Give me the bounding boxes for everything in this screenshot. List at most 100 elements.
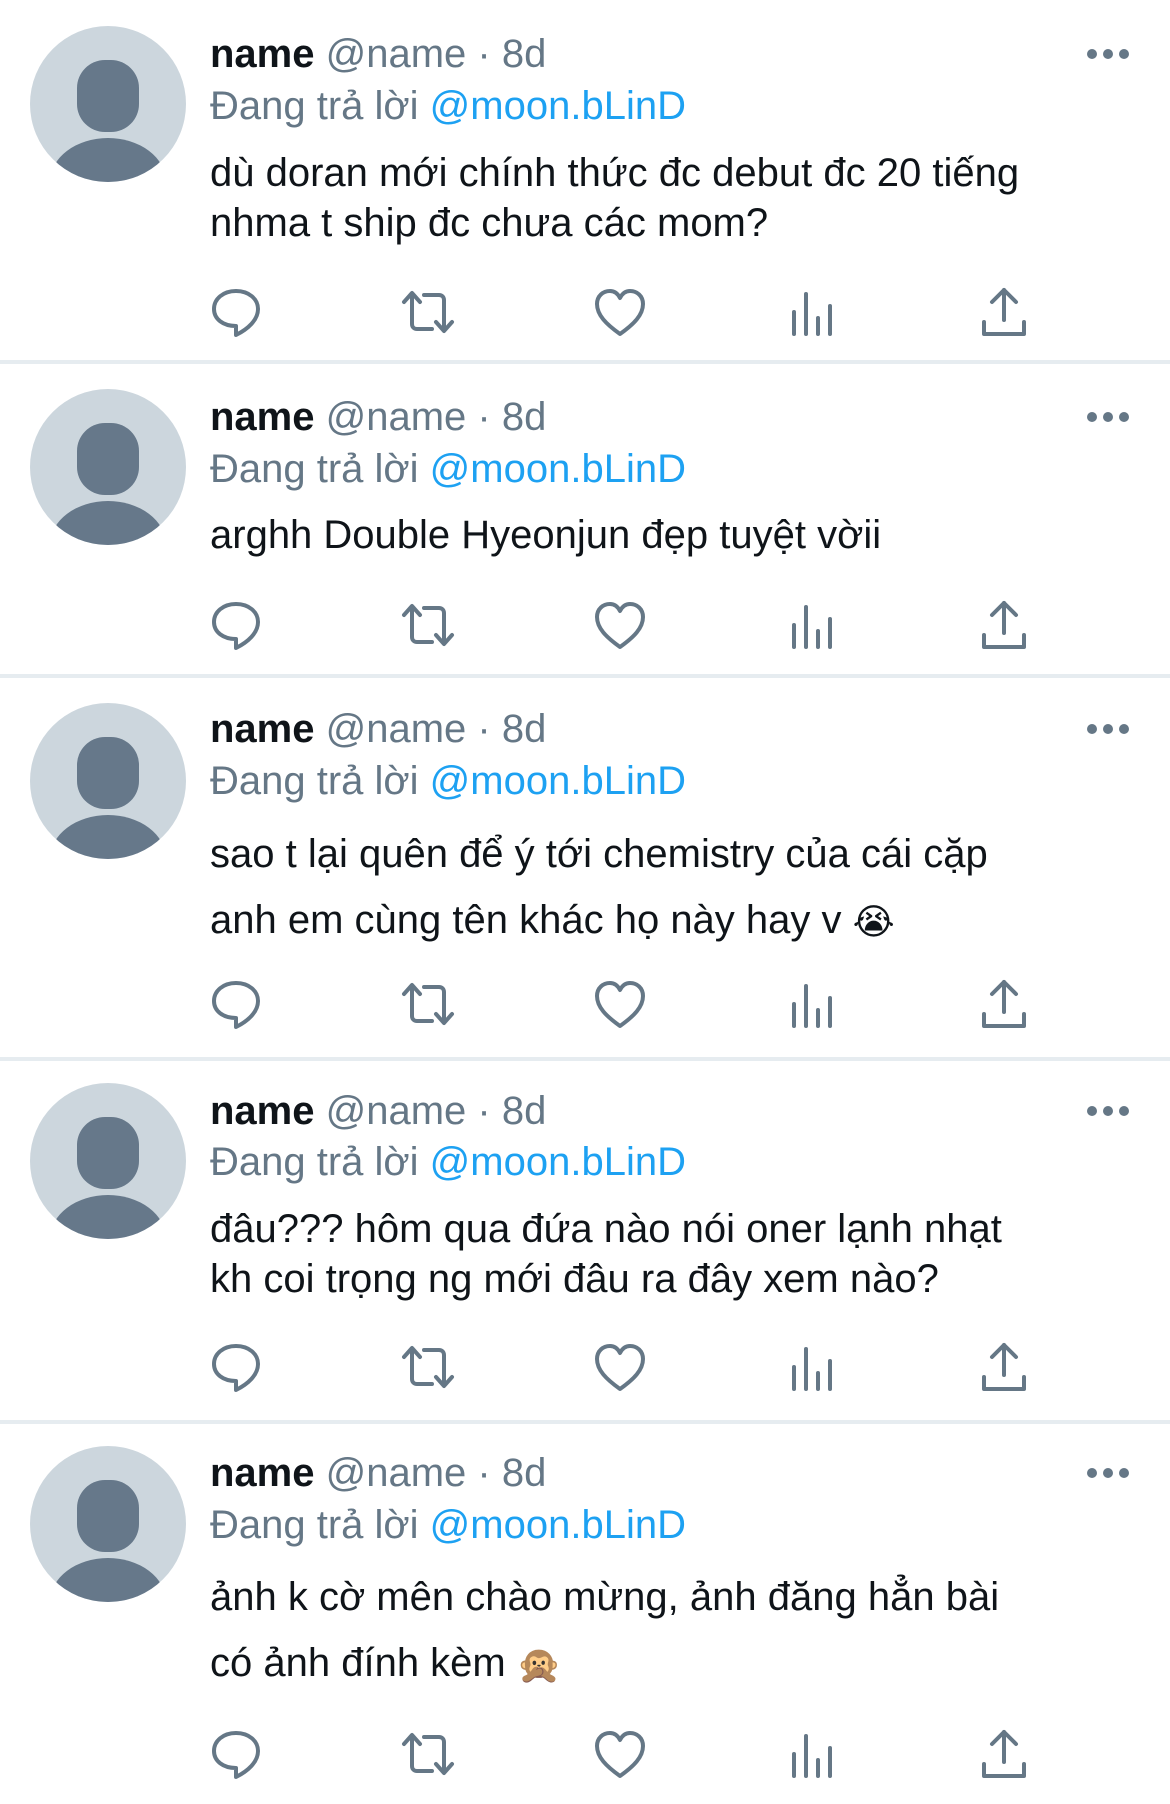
more-horizontal-icon [1087, 412, 1129, 422]
tweet-text-line: kh coi trọng ng mới đâu ra đây xem nào? [210, 1257, 939, 1301]
more-options-button[interactable] [1086, 1101, 1130, 1121]
heart-icon [595, 1344, 645, 1391]
mention-link[interactable]: @moon.bLinD [430, 759, 686, 803]
tweet-text-line: đâu??? hôm qua đứa nào nói oner lạnh nhạ… [210, 1207, 1002, 1251]
reply-button[interactable] [208, 284, 264, 340]
reply-button[interactable] [208, 597, 264, 653]
share-button[interactable] [976, 284, 1032, 340]
author-handle[interactable]: @name [326, 1451, 467, 1495]
default-avatar-icon [50, 1480, 166, 1602]
tweet[interactable]: name @name · 8d Đang trả lời @moon.bLinD… [0, 1424, 1170, 1804]
author-handle[interactable]: @name [326, 395, 467, 439]
more-options-button[interactable] [1086, 719, 1130, 739]
tweet-time[interactable]: 8d [502, 707, 547, 751]
author-name[interactable]: name [210, 1089, 315, 1133]
crying-face-emoji: 😭 [852, 901, 895, 943]
reply-feed: name @name · 8d Đang trả lời @moon.bLinD… [0, 0, 1170, 1804]
reply-button[interactable] [208, 1339, 264, 1395]
tweet-text-line: nhma t ship đc chưa các mom? [210, 201, 769, 245]
more-options-button[interactable] [1086, 44, 1130, 64]
share-button[interactable] [976, 597, 1032, 653]
views-button[interactable] [784, 284, 840, 340]
views-button[interactable] [784, 976, 840, 1032]
retweet-icon [402, 604, 454, 646]
author-handle[interactable]: @name [326, 32, 467, 76]
retweet-button[interactable] [400, 1726, 456, 1782]
tweet-time[interactable]: 8d [502, 32, 547, 76]
author-handle[interactable]: @name [326, 707, 467, 751]
tweet[interactable]: name @name · 8d Đang trả lời @moon.bLinD… [0, 678, 1170, 1057]
share-button[interactable] [976, 1339, 1032, 1395]
tweet-time[interactable]: 8d [502, 395, 547, 439]
views-icon [792, 605, 832, 649]
tweet-text-segment: có ảnh đính kèm [210, 1641, 506, 1685]
avatar[interactable] [30, 389, 186, 545]
like-button[interactable] [592, 284, 648, 340]
more-horizontal-icon [1087, 49, 1129, 59]
views-button[interactable] [784, 1726, 840, 1782]
tweet[interactable]: name @name · 8d Đang trả lời @moon.bLinD… [0, 364, 1170, 674]
like-button[interactable] [592, 976, 648, 1032]
more-options-button[interactable] [1086, 407, 1130, 427]
replying-to: Đang trả lời @moon.bLinD [210, 1500, 686, 1550]
author-name[interactable]: name [210, 1451, 315, 1495]
views-icon [792, 1734, 832, 1778]
retweet-button[interactable] [400, 284, 456, 340]
like-button[interactable] [592, 1339, 648, 1395]
tweet[interactable]: name @name · 8d Đang trả lời @moon.bLinD… [0, 1061, 1170, 1420]
reply-icon [212, 1731, 260, 1779]
author-name[interactable]: name [210, 32, 315, 76]
views-button[interactable] [784, 1339, 840, 1395]
reply-button[interactable] [208, 1726, 264, 1782]
retweet-button[interactable] [400, 1339, 456, 1395]
separator-dot: · [477, 32, 491, 76]
separator-dot: · [477, 1089, 491, 1133]
views-button[interactable] [784, 597, 840, 653]
tweet[interactable]: name @name · 8d Đang trả lời @moon.bLinD… [0, 0, 1170, 360]
more-options-button[interactable] [1086, 1463, 1130, 1483]
tweet-text-line: dù doran mới chính thức đc debut đc 20 t… [210, 151, 1020, 195]
tweet-actions [0, 1339, 1170, 1399]
share-icon [982, 980, 1026, 1028]
tweet-text: dù doran mới chính thức đc debut đc 20 t… [210, 148, 1130, 248]
share-button[interactable] [976, 976, 1032, 1032]
mention-link[interactable]: @moon.bLinD [430, 447, 686, 491]
mention-link[interactable]: @moon.bLinD [430, 1140, 686, 1184]
like-button[interactable] [592, 597, 648, 653]
retweet-icon [402, 983, 454, 1025]
author-handle[interactable]: @name [326, 1089, 467, 1133]
tweet-text: ảnh k cờ mên chào mừng, ảnh đăng hẳn bài… [210, 1564, 1130, 1698]
avatar[interactable] [30, 703, 186, 859]
share-icon [982, 1343, 1026, 1391]
avatar[interactable] [30, 1446, 186, 1602]
retweet-button[interactable] [400, 976, 456, 1032]
separator-dot: · [477, 395, 491, 439]
author-name[interactable]: name [210, 395, 315, 439]
share-button[interactable] [976, 1726, 1032, 1782]
mention-link[interactable]: @moon.bLinD [430, 1503, 686, 1547]
separator-dot: · [477, 1451, 491, 1495]
replying-to: Đang trả lời @moon.bLinD [210, 444, 686, 494]
tweet-header: name @name · 8d [210, 704, 546, 754]
like-button[interactable] [592, 1726, 648, 1782]
tweet-actions [0, 1726, 1170, 1786]
mention-link[interactable]: @moon.bLinD [430, 84, 686, 128]
share-icon [982, 601, 1026, 649]
replying-to-label: Đang trả lời [210, 84, 419, 128]
tweet-text-line: ảnh k cờ mên chào mừng, ảnh đăng hẳn bài [210, 1575, 1000, 1619]
retweet-button[interactable] [400, 597, 456, 653]
tweet-time[interactable]: 8d [502, 1451, 547, 1495]
replying-to-label: Đang trả lời [210, 759, 419, 803]
tweet-actions [0, 976, 1170, 1036]
replying-to: Đang trả lời @moon.bLinD [210, 756, 686, 806]
replying-to-label: Đang trả lời [210, 1140, 419, 1184]
tweet-time[interactable]: 8d [502, 1089, 547, 1133]
heart-icon [595, 1731, 645, 1778]
share-icon [982, 288, 1026, 336]
avatar[interactable] [30, 1083, 186, 1239]
heart-icon [595, 289, 645, 336]
avatar[interactable] [30, 26, 186, 182]
reply-button[interactable] [208, 976, 264, 1032]
tweet-actions [0, 597, 1170, 657]
author-name[interactable]: name [210, 707, 315, 751]
